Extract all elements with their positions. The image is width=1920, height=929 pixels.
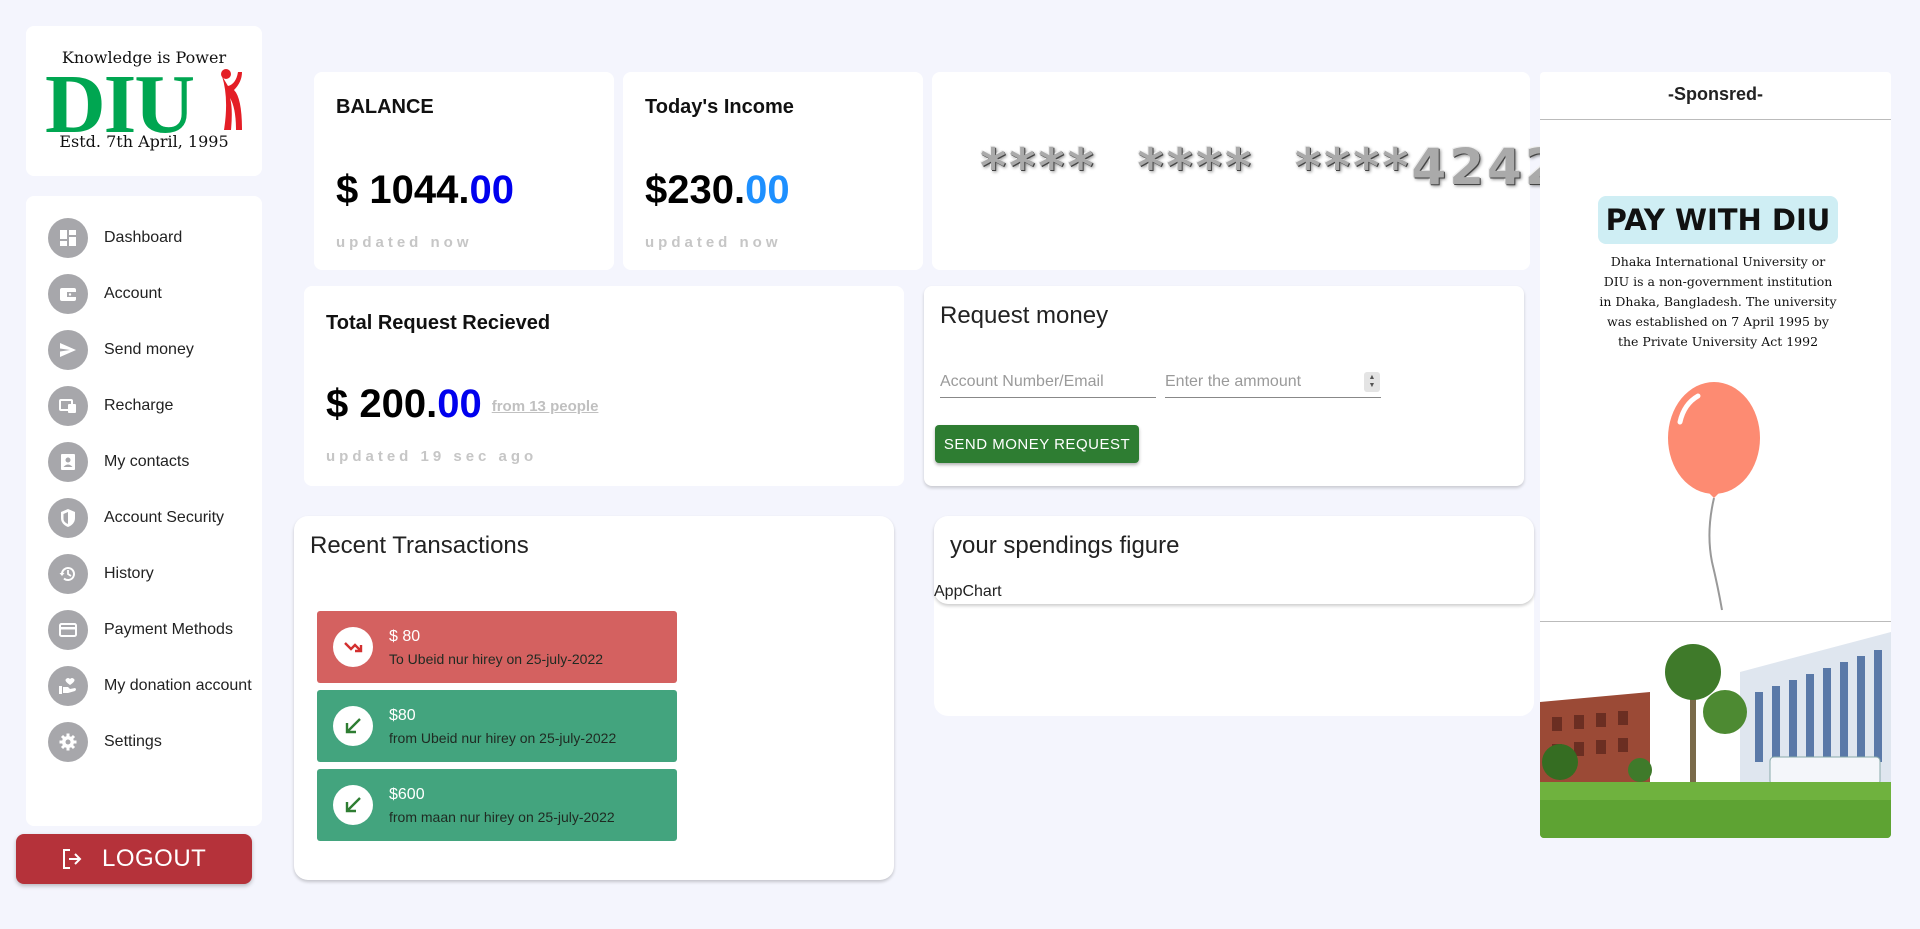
spendings-header [934, 516, 1534, 604]
transaction-amount: $ 80 [389, 627, 421, 645]
card-number: **** **** ****4242 [980, 138, 1563, 196]
transaction-item[interactable]: $600 from maan nur hirey on 25-july-2022 [317, 769, 677, 841]
income-amount-main: $230. [645, 168, 746, 212]
income-amount-cents: 00 [745, 168, 790, 212]
total-request-title: Total Request Recieved [326, 312, 551, 334]
sidebar: Dashboard Account Send money Recharge My… [26, 196, 262, 826]
recent-transactions-card: Recent Transactions $ 80 To Ubeid nur hi… [294, 516, 894, 880]
sidebar-item-label: Recharge [104, 397, 174, 414]
income-card: Today's Income $230.00 updated now [623, 72, 923, 270]
sidebar-item-recharge[interactable]: Recharge [48, 384, 262, 428]
spendings-chart-placeholder: AppChart [934, 583, 1002, 600]
sidebar-item-label: Settings [104, 733, 162, 750]
divider [1540, 621, 1891, 622]
recent-transactions-title: Recent Transactions [310, 532, 529, 559]
sidebar-item-label: Send money [104, 341, 194, 358]
divider [1540, 119, 1891, 120]
logout-button[interactable]: LOGOUT [16, 834, 252, 884]
gear-icon [48, 722, 88, 762]
sidebar-item-settings[interactable]: Settings [48, 720, 262, 764]
amount-input[interactable] [1165, 366, 1381, 398]
logo-established: Estd. 7th April, 1995 [59, 132, 229, 151]
total-request-amount-main: $ 200. [326, 382, 438, 426]
income-title: Today's Income [645, 96, 794, 118]
income-updated: updated now [645, 234, 782, 251]
sponsor-description: Dhaka International University or DIU is… [1599, 254, 1837, 349]
send-money-request-button[interactable]: SEND MONEY REQUEST [935, 425, 1139, 463]
sidebar-item-account-security[interactable]: Account Security [48, 496, 262, 540]
logo-card: Knowledge is Power DIU Estd. 7th April, … [26, 26, 262, 176]
transaction-description: To Ubeid nur hirey on 25-july-2022 [389, 650, 604, 667]
income-amount: $230.00 [645, 168, 790, 213]
balance-amount: $ 1044.00 [336, 168, 514, 213]
request-money-card: Request money ▲▼ SEND MONEY REQUEST [924, 286, 1524, 486]
total-request-amount: $ 200.00 from 13 people [326, 382, 598, 427]
balance-amount-cents: 00 [469, 168, 514, 212]
total-request-card: Total Request Recieved $ 200.00 from 13 p… [304, 286, 904, 486]
sidebar-item-donation[interactable]: My donation account [48, 664, 262, 708]
sidebar-item-send-money[interactable]: Send money [48, 328, 262, 372]
account-email-input[interactable] [940, 366, 1156, 398]
donation-icon [48, 666, 88, 706]
trending-down-icon [333, 627, 373, 667]
sidebar-item-dashboard[interactable]: Dashboard [48, 216, 262, 260]
card-number-card[interactable]: **** **** ****4242 [932, 72, 1560, 270]
total-request-updated: updated 19 sec ago [326, 448, 538, 465]
sidebar-item-label: Dashboard [104, 229, 183, 246]
amount-stepper[interactable]: ▲ ▼ [1364, 372, 1380, 392]
request-money-title: Request money [940, 302, 1109, 329]
sidebar-item-label: My donation account [104, 677, 252, 694]
arrow-down-left-icon [333, 785, 373, 825]
recharge-icon [48, 386, 88, 426]
sidebar-item-my-contacts[interactable]: My contacts [48, 440, 262, 484]
sponsor-title: -Sponsred- [1667, 84, 1763, 104]
history-icon [48, 554, 88, 594]
balance-amount-main: $ 1044. [336, 168, 470, 212]
spendings-card: your spendings figure AppChart [934, 516, 1534, 716]
logout-icon [63, 849, 82, 869]
sidebar-item-label: Account [104, 285, 162, 302]
pay-with-diu-badge: PAY WITH DIU [1598, 196, 1838, 244]
sidebar-item-label: Account Security [104, 509, 225, 526]
logout-label: LOGOUT [102, 845, 207, 872]
transaction-amount: $80 [389, 706, 416, 724]
transaction-amount: $600 [389, 785, 425, 803]
sidebar-item-label: My contacts [104, 453, 190, 470]
wallet-icon [48, 274, 88, 314]
contacts-icon [48, 442, 88, 482]
transaction-description: from maan nur hirey on 25-july-2022 [389, 808, 615, 825]
balance-title: BALANCE [336, 96, 434, 118]
sidebar-item-payment-methods[interactable]: Payment Methods [48, 608, 262, 652]
balance-card: BALANCE $ 1044.00 updated now [314, 72, 614, 270]
sidebar-item-label: Payment Methods [104, 621, 233, 638]
sponsor-card[interactable]: -Sponsred- PAY WITH DIU Dhaka Internatio… [1540, 72, 1891, 838]
sidebar-item-account[interactable]: Account [48, 272, 262, 316]
shield-icon [48, 498, 88, 538]
spendings-title: your spendings figure [950, 532, 1180, 559]
sidebar-item-label: History [104, 565, 154, 582]
transaction-item[interactable]: $ 80 To Ubeid nur hirey on 25-july-2022 [317, 611, 677, 683]
total-request-amount-cents: 00 [437, 382, 482, 426]
campus-image [1540, 632, 1891, 838]
dashboard-icon [48, 218, 88, 258]
arrow-down-left-icon [333, 706, 373, 746]
from-people-link[interactable]: from 13 people [492, 398, 599, 415]
balloon-icon [1668, 382, 1760, 611]
send-icon [48, 330, 88, 370]
sidebar-item-history[interactable]: History [48, 552, 262, 596]
logo-figure-icon [221, 69, 242, 130]
balance-updated: updated now [336, 234, 473, 251]
transaction-item[interactable]: $80 from Ubeid nur hirey on 25-july-2022 [317, 690, 677, 762]
transaction-description: from Ubeid nur hirey on 25-july-2022 [389, 729, 617, 746]
credit-card-icon [48, 610, 88, 650]
